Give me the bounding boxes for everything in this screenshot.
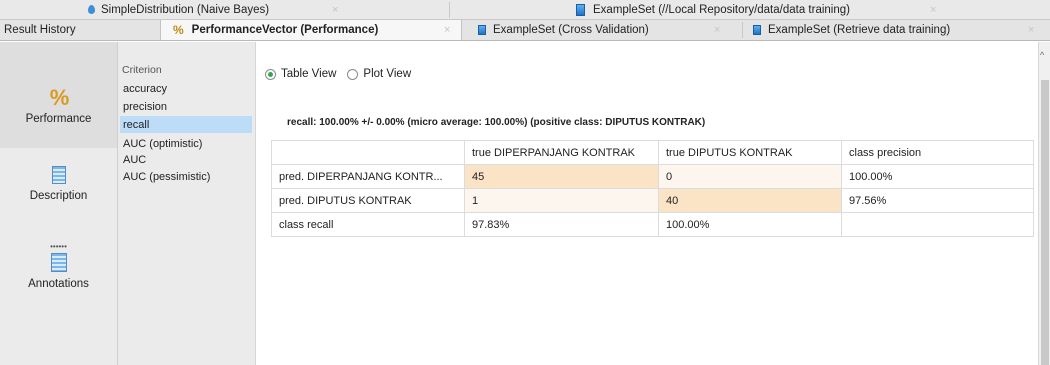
plot-view-label[interactable]: Plot View	[363, 68, 411, 80]
matrix-cell: 1	[464, 188, 659, 213]
view-sidebar: % Performance Description •••••• Annotat…	[0, 42, 118, 365]
matrix-cell: 0	[658, 164, 842, 189]
table-row: pred. DIPUTUS KONTRAK 1 40 97.56%	[271, 188, 1034, 213]
table-header-cell: true DIPERPANJANG KONTRAK	[464, 140, 659, 165]
table-header-row: true DIPERPANJANG KONTRAK true DIPUTUS K…	[271, 140, 1034, 165]
tab-cross-validation[interactable]: ExampleSet (Cross Validation) ×	[478, 20, 740, 40]
criterion-item-precision[interactable]: precision	[120, 98, 252, 115]
close-icon[interactable]: ×	[930, 4, 936, 16]
recall-cell: 97.83%	[464, 212, 659, 237]
result-tab-bar: Result History % PerformanceVector (Perf…	[0, 20, 1050, 41]
matrix-cell: 40	[658, 188, 842, 213]
scroll-up-icon[interactable]: ^	[1040, 50, 1044, 60]
row-label: class recall	[271, 212, 465, 237]
sidebar-item-description[interactable]: Description	[0, 166, 117, 216]
sidebar-item-label: Annotations	[28, 278, 89, 290]
tab-divider	[742, 22, 743, 38]
annotations-icon	[50, 253, 67, 272]
close-icon[interactable]: ×	[1028, 24, 1034, 36]
close-icon[interactable]: ×	[714, 24, 720, 36]
close-icon[interactable]: ×	[444, 24, 450, 36]
tab-label: ExampleSet (Cross Validation)	[493, 24, 649, 36]
criterion-panel: Criterion accuracy precision recall AUC …	[118, 42, 256, 365]
table-row: class recall 97.83% 100.00%	[271, 212, 1034, 237]
sidebar-item-label: Description	[29, 190, 88, 202]
result-history-label: Result History	[4, 24, 76, 36]
tab-label: PerformanceVector (Performance)	[191, 24, 379, 36]
exampleset-icon	[576, 3, 585, 16]
tab-retrieve-data-training[interactable]: ExampleSet (Retrieve data training) ×	[753, 20, 1048, 40]
document-icon	[51, 166, 66, 184]
close-icon[interactable]: ×	[332, 4, 338, 16]
sidebar-item-label: Performance	[25, 113, 92, 125]
matrix-cell: 45	[464, 164, 659, 189]
table-header-cell: true DIPUTUS KONTRAK	[658, 140, 842, 165]
criterion-title: Criterion	[122, 64, 162, 76]
top-tab-bar: SimpleDistribution (Naive Bayes) × Examp…	[0, 0, 1050, 20]
exampleset-icon	[478, 25, 486, 35]
precision-cell: 97.56%	[841, 188, 1034, 213]
percent-icon: %	[49, 85, 70, 110]
tab-label: ExampleSet (//Local Repository/data/data…	[593, 3, 850, 16]
recall-cell: 100.00%	[658, 212, 842, 237]
scroll-thumb[interactable]	[1041, 80, 1049, 365]
tab-divider	[449, 2, 450, 18]
percent-icon: %	[173, 23, 184, 37]
model-icon	[88, 5, 95, 14]
criterion-item-auc[interactable]: AUC	[120, 151, 252, 168]
tab-simple-distribution[interactable]: SimpleDistribution (Naive Bayes) ×	[88, 0, 448, 19]
dots-icon: ••••••	[50, 242, 67, 251]
table-view-radio[interactable]	[265, 68, 276, 80]
result-history-tab[interactable]: Result History	[4, 20, 114, 40]
table-row: pred. DIPERPANJANG KONTR... 45 0 100.00%	[271, 164, 1034, 189]
tab-exampleset-data-training[interactable]: ExampleSet (//Local Repository/data/data…	[576, 0, 1046, 19]
confusion-matrix: true DIPERPANJANG KONTRAK true DIPUTUS K…	[271, 140, 1034, 237]
tab-label: SimpleDistribution (Naive Bayes)	[101, 3, 270, 16]
exampleset-icon	[753, 25, 761, 35]
table-header-cell	[271, 140, 465, 165]
tab-label: ExampleSet (Retrieve data training)	[768, 24, 951, 36]
criterion-item-recall[interactable]: recall	[120, 116, 252, 133]
criterion-item-accuracy[interactable]: accuracy	[120, 80, 252, 97]
row-label: pred. DIPERPANJANG KONTR...	[271, 164, 465, 189]
performance-summary: recall: 100.00% +/- 0.00% (micro average…	[287, 117, 706, 128]
tab-performance-vector[interactable]: % PerformanceVector (Performance) ×	[160, 20, 462, 40]
row-label: pred. DIPUTUS KONTRAK	[271, 188, 465, 213]
sidebar-item-performance[interactable]: % Performance	[0, 42, 117, 148]
sidebar-item-annotations[interactable]: •••••• Annotations	[0, 242, 117, 296]
criterion-item-auc-pessimistic[interactable]: AUC (pessimistic)	[120, 168, 252, 185]
table-view-label[interactable]: Table View	[281, 68, 336, 80]
empty-cell	[841, 212, 1034, 237]
vertical-scrollbar[interactable]: ^	[1038, 42, 1050, 365]
table-header-cell: class precision	[841, 140, 1034, 165]
criterion-item-auc-optimistic[interactable]: AUC (optimistic)	[120, 135, 252, 152]
view-toggle: Table View Plot View	[265, 68, 422, 80]
plot-view-radio[interactable]	[347, 68, 359, 80]
precision-cell: 100.00%	[841, 164, 1034, 189]
